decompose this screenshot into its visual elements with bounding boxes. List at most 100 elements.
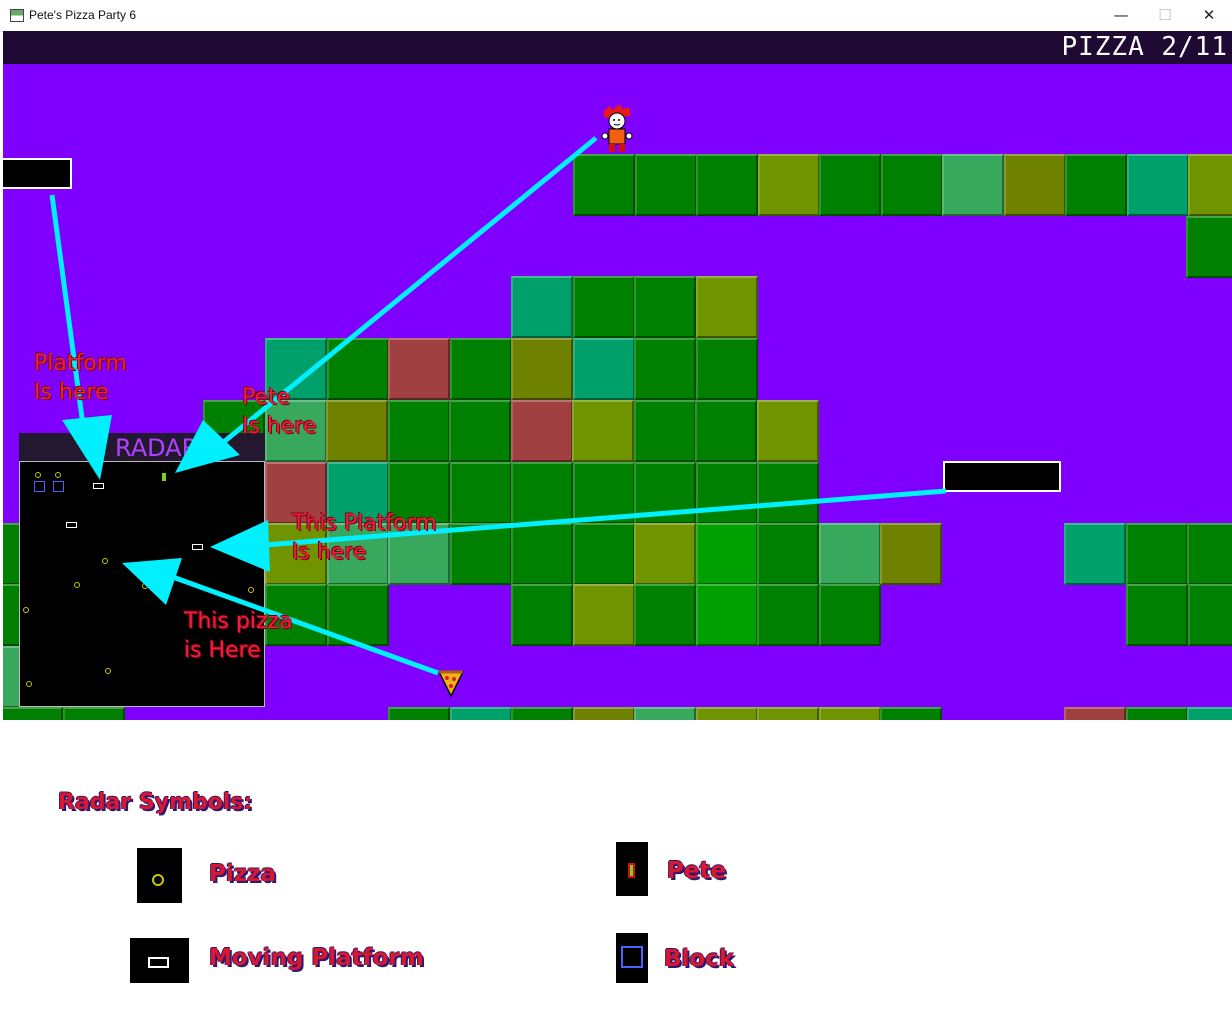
block-tile (756, 400, 819, 462)
legend-block-swatch (616, 933, 648, 983)
moving-platform-right (943, 461, 1061, 492)
annotation-platform-right: This Platform Is here (292, 511, 437, 565)
annotation-pete: Pete Is here (242, 385, 317, 439)
block-tile (572, 338, 635, 400)
radar-pizza-icon (142, 583, 148, 589)
block-tile (572, 523, 635, 585)
legend-pizza-swatch (137, 848, 182, 903)
block-tile (1126, 584, 1188, 646)
block-tile (757, 154, 820, 216)
legend-platform-icon (148, 957, 169, 968)
window-titlebar: Pete's Pizza Party 6 — ☐ ✕ (0, 0, 1232, 32)
app-icon (10, 9, 24, 22)
block-tile (880, 523, 942, 585)
annotation-pizza: This pizza is Here (184, 609, 293, 663)
block-tile (1065, 154, 1127, 216)
block-tile (326, 400, 388, 462)
block-tile (62, 707, 125, 720)
block-tile (1187, 707, 1232, 720)
block-tile (696, 154, 758, 216)
block-tile (1126, 154, 1189, 216)
block-tile (449, 338, 512, 400)
radar-pizza-icon (105, 668, 111, 674)
block-tile (880, 707, 942, 720)
block-tile (757, 462, 819, 524)
block-tile (573, 154, 635, 216)
block-tile (572, 707, 635, 720)
block-tile (572, 276, 635, 338)
radar-platform-icon (192, 544, 203, 550)
pete-character (601, 104, 633, 152)
block-tile (634, 276, 696, 338)
window-title: Pete's Pizza Party 6 (29, 8, 137, 22)
legend-pizza-icon (152, 874, 164, 886)
block-tile (634, 338, 696, 400)
maximize-button[interactable]: ☐ (1142, 0, 1188, 31)
block-tile (572, 584, 635, 646)
radar-pizza-icon (35, 472, 41, 478)
block-tile (818, 584, 881, 646)
block-tile (1125, 707, 1188, 720)
block-tile (511, 276, 573, 338)
pizza-counter: PIZZA 2/11 (1061, 32, 1228, 62)
block-tile (818, 523, 881, 585)
radar-block-icon (34, 481, 45, 492)
block-tile (695, 462, 758, 524)
block-tile (1187, 584, 1232, 646)
block-tile (634, 523, 696, 585)
block-tile (818, 707, 881, 720)
block-tile (1064, 707, 1126, 720)
block-tile (511, 523, 573, 585)
radar-pizza-icon (248, 587, 254, 593)
legend-pete-label: Pete (667, 858, 727, 884)
block-tile (695, 584, 758, 646)
hud-bar: PIZZA 2/11 (3, 31, 1232, 64)
minimize-button[interactable]: — (1098, 0, 1144, 31)
block-tile (695, 707, 758, 720)
legend-title: Radar Symbols: (58, 790, 253, 815)
block-tile (1125, 523, 1188, 585)
block-tile (942, 154, 1004, 216)
block-tile (511, 338, 573, 400)
block-tile (695, 276, 758, 338)
block-tile (819, 154, 881, 216)
block-tile (572, 462, 635, 524)
radar-panel (19, 461, 265, 707)
block-tile (388, 707, 450, 720)
block-tile (1186, 216, 1232, 278)
radar-pizza-icon (102, 558, 108, 564)
block-tile (511, 707, 573, 720)
legend-block-label: Block (664, 946, 735, 972)
block-tile (634, 584, 696, 646)
block-tile (326, 338, 389, 400)
radar-platform-icon (66, 522, 77, 528)
legend-pete-outline (628, 863, 635, 878)
legend-pete-icon (630, 865, 633, 876)
block-tile (387, 400, 450, 462)
block-tile (511, 462, 573, 524)
block-tile (388, 338, 450, 400)
block-tile (695, 338, 758, 400)
block-tile (511, 584, 573, 646)
block-tile (449, 462, 512, 524)
legend-platform-label: Moving Platform (209, 945, 424, 971)
block-tile (634, 707, 696, 720)
block-tile (880, 154, 943, 216)
radar-pizza-icon (23, 607, 29, 613)
radar-pizza-icon (55, 472, 61, 478)
block-tile (1064, 523, 1126, 585)
block-tile (757, 707, 819, 720)
legend-pete-swatch (616, 842, 648, 896)
moving-platform-left (3, 158, 72, 189)
block-tile (757, 523, 819, 585)
radar-block-icon (53, 481, 64, 492)
block-tile (1188, 154, 1232, 216)
block-tile (695, 400, 757, 462)
pizza-slice (438, 670, 464, 697)
block-tile (3, 707, 63, 720)
radar-pizza-icon (74, 582, 80, 588)
block-tile (634, 154, 697, 216)
close-button[interactable]: ✕ (1186, 0, 1232, 31)
block-tile (449, 523, 512, 585)
block-tile (1003, 154, 1066, 216)
